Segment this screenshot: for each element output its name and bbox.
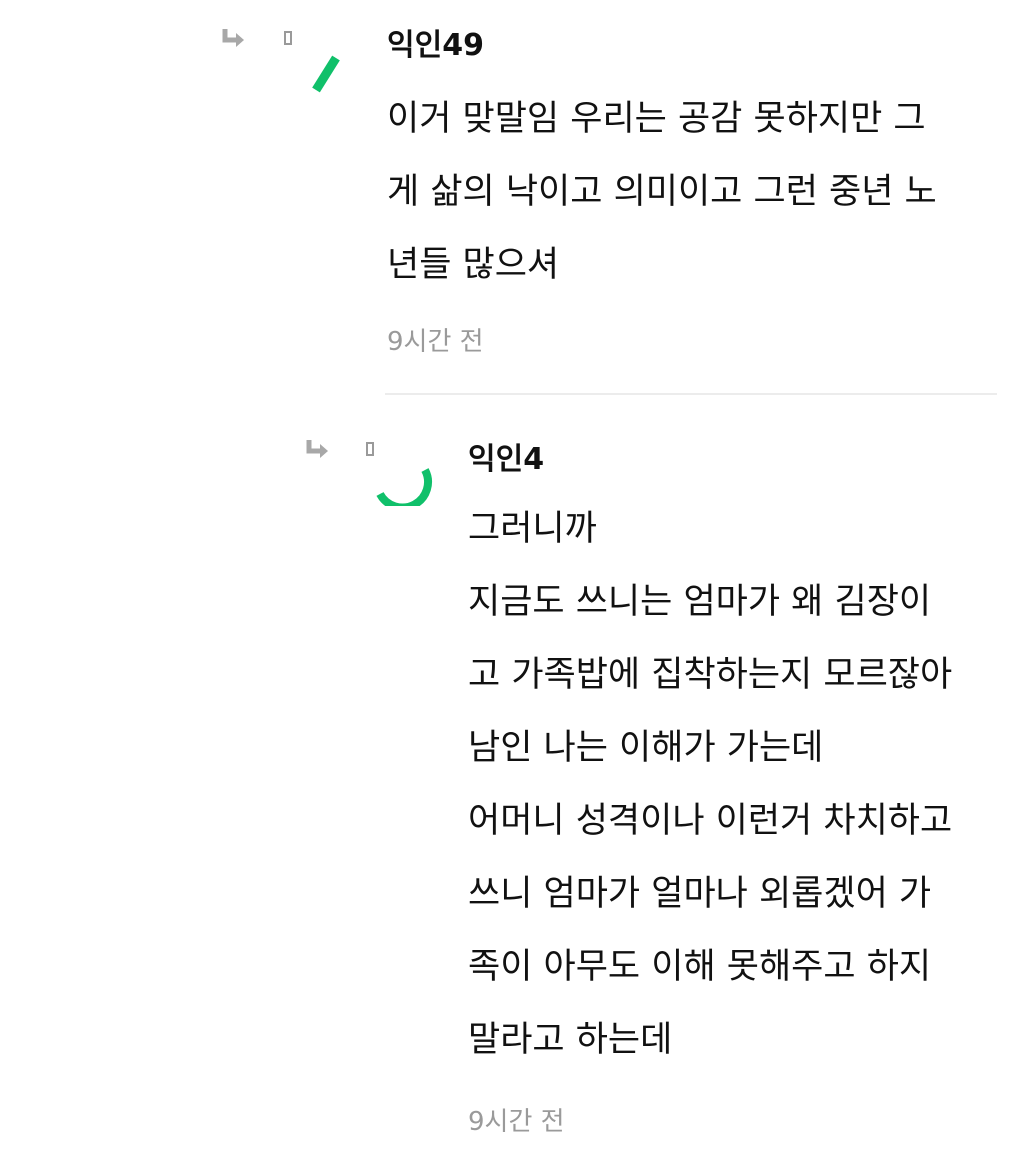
placeholder-glyph-icon	[284, 31, 292, 45]
comment-timestamp: 9시간 전	[387, 327, 484, 357]
comment-body: 이거 맞말임 우리는 공감 못하지만 그 게 삶의 낙이고 의미이고 그런 중년…	[387, 83, 937, 302]
avatar[interactable]	[296, 38, 364, 106]
reply-arrow-icon	[222, 29, 244, 47]
comment-body: 그러니까 지금도 쓰니는 엄마가 왜 김장이 고 가족밥에 집착하는지 모르잖아…	[468, 493, 952, 1077]
comment-timestamp: 9시간 전	[468, 1107, 565, 1137]
comment-body-line: 게 삶의 낙이고 의미이고 그런 중년 노	[387, 172, 937, 212]
comment-body-line: 그러니까	[468, 509, 597, 549]
comment-body-line: 지금도 쓰니는 엄마가 왜 김장이	[468, 582, 932, 622]
comment-body-line: 말라고 하는데	[468, 1020, 673, 1060]
comment-body-line: 년들 많으셔	[387, 245, 560, 285]
comment-body-line: 이거 맞말임 우리는 공감 못하지만 그	[387, 99, 926, 139]
comment-body-line: 쓰니 엄마가 얼마나 외롭겠어 가	[468, 874, 932, 914]
comment-author[interactable]: 익인4	[468, 442, 544, 478]
comment-body-line: 족이 아무도 이해 못해주고 하지	[468, 947, 932, 987]
comment-body-line: 남인 나는 이해가 가는데	[468, 728, 824, 768]
comment-body-line: 고 가족밥에 집착하는지 모르잖아	[468, 655, 953, 695]
comment-divider	[385, 393, 997, 395]
avatar[interactable]	[370, 438, 438, 506]
comment-body-line: 어머니 성격이나 이런거 차치하고	[468, 801, 953, 841]
reply-arrow-icon	[306, 440, 328, 458]
comment-author[interactable]: 익인49	[387, 28, 484, 64]
